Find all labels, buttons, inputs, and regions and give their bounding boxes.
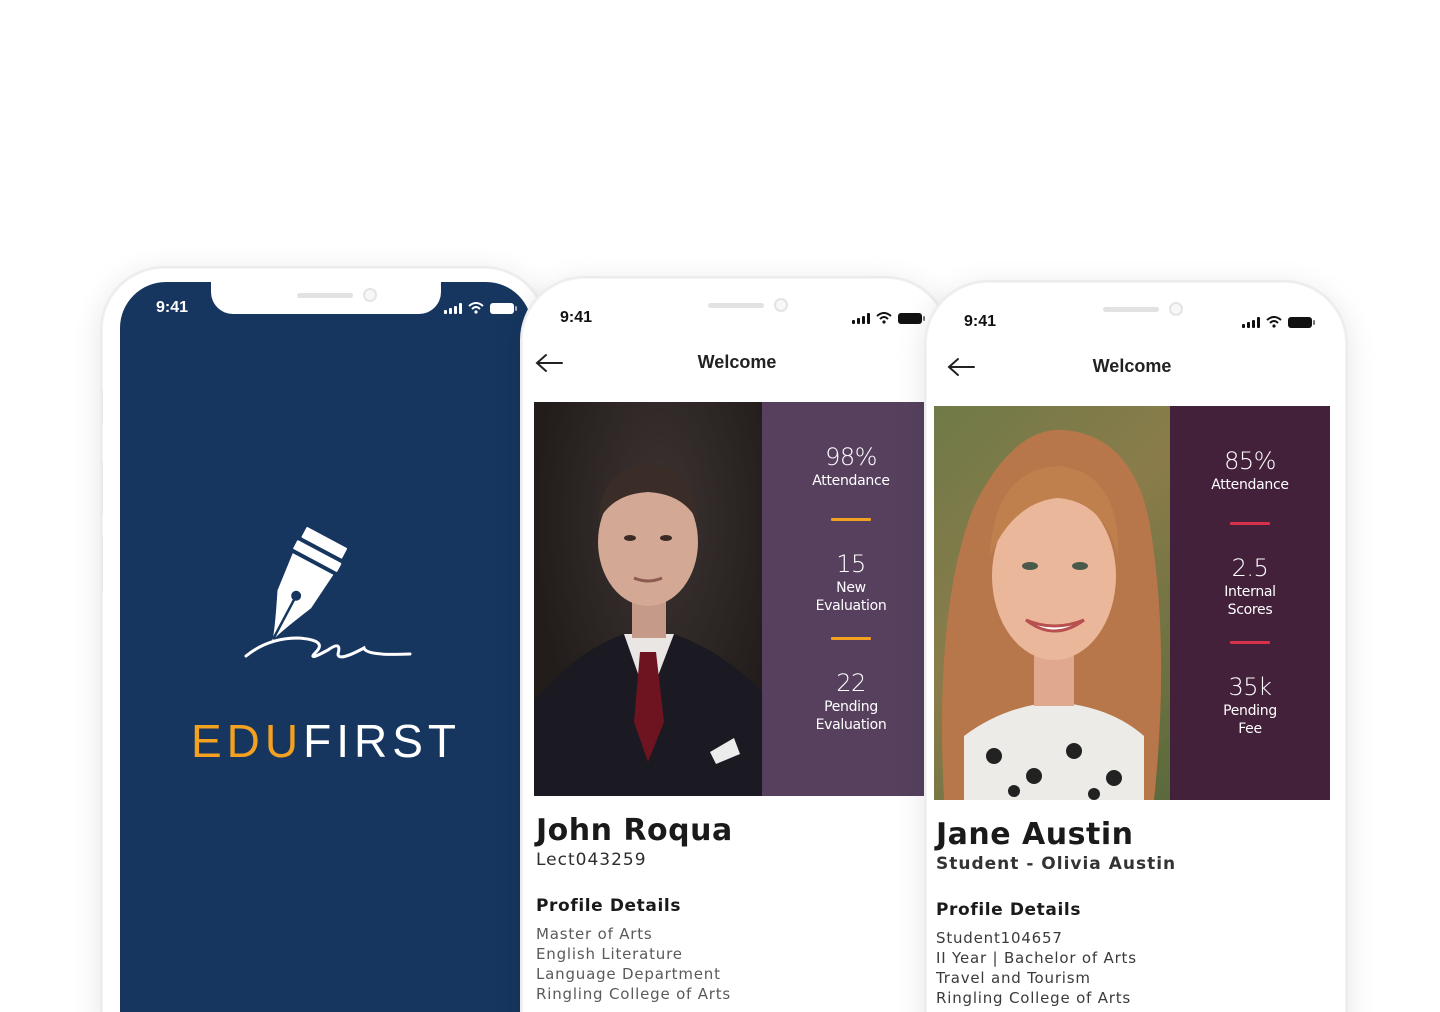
app-bar: Welcome [934, 348, 1330, 388]
list-item: Student104657 [936, 929, 1063, 947]
profile-photo [534, 402, 762, 796]
wifi-icon [876, 312, 892, 324]
profile-subtitle: Student - Olivia Austin [936, 854, 1177, 874]
status-bar: 9:41 [534, 292, 940, 332]
stat-divider [831, 518, 871, 521]
profile-details-heading: Profile Details [536, 896, 682, 916]
list-item: Ringling College of Arts [936, 989, 1132, 1007]
student-screen: 9:41 Welcome 85% Attendance 2.5 Internal… [934, 296, 1330, 1012]
stat-internal-scores-label: Internal Scores [1224, 584, 1276, 618]
battery-icon [490, 302, 517, 314]
wifi-icon [468, 302, 484, 314]
list-item: Language Department [536, 965, 721, 983]
status-time: 9:41 [156, 299, 189, 316]
list-item: Travel and Tourism [936, 969, 1091, 987]
battery-icon [898, 312, 925, 324]
list-item: II Year | Bachelor of Arts [936, 949, 1137, 967]
status-time: 9:41 [964, 313, 997, 330]
profile-id: Lect043259 [536, 850, 647, 870]
fountain-pen-icon [244, 527, 412, 659]
stat-attendance-value: 98% [825, 443, 877, 471]
cellular-signal-icon [1242, 316, 1260, 328]
brand-part-edu: EDU [190, 715, 304, 767]
stats-panel: 98% Attendance 15 New Evaluation 22 Pend… [762, 402, 940, 796]
wifi-icon [1266, 316, 1282, 328]
profile-info: John Roqua Lect043259 Profile Details Ma… [536, 814, 940, 1004]
stat-new-evaluation-label: New Evaluation [815, 580, 887, 614]
list-item: Ringling College of Arts [536, 985, 732, 1003]
list-item: English Literature [536, 945, 683, 963]
phone-student-profile: 9:41 Welcome 85% Attendance 2.5 Internal… [924, 280, 1348, 1012]
status-time: 9:41 [560, 309, 593, 326]
stat-new-evaluation-value: 15 [836, 550, 866, 578]
brand-part-first: FIRST [303, 715, 461, 767]
status-bar: 9:41 [934, 296, 1330, 336]
stats-panel: 85% Attendance 2.5 Internal Scores 35k P… [1170, 406, 1330, 800]
lecturer-screen: 9:41 Welcome 98% Attendance 15 New Evalu… [534, 292, 940, 1012]
stat-attendance-value: 85% [1224, 447, 1276, 475]
list-item: Master of Arts [536, 925, 653, 943]
stat-internal-scores-value: 2.5 [1231, 554, 1269, 582]
page-title: Welcome [697, 352, 777, 372]
stat-pending-fee-label: Pending Fee [1223, 703, 1277, 737]
stat-pending-evaluation-label: Pending Evaluation [815, 699, 887, 733]
profile-name: John Roqua [536, 813, 733, 848]
man-portrait-image [534, 464, 762, 796]
profile-name: Jane Austin [936, 817, 1134, 852]
stat-attendance-label: Attendance [812, 473, 890, 489]
stat-pending-evaluation-value: 22 [836, 669, 866, 697]
profile-details-heading: Profile Details [936, 900, 1082, 920]
side-button [102, 458, 103, 518]
cellular-signal-icon [444, 302, 462, 314]
stat-attendance-label: Attendance [1211, 477, 1289, 493]
page-title: Welcome [1092, 356, 1172, 376]
side-button [102, 534, 103, 594]
side-button [102, 388, 103, 424]
phone-splash: 9:41 EDUFIRST [100, 266, 548, 1012]
profile-details-list: Master of Arts English Literature Langua… [536, 924, 940, 1004]
profile-hero: 85% Attendance 2.5 Internal Scores 35k P… [934, 406, 1330, 800]
stat-pending-fee-value: 35k [1228, 673, 1272, 701]
status-bar: 9:41 [120, 282, 532, 322]
profile-info: Jane Austin Student - Olivia Austin Prof… [936, 818, 1330, 1008]
cellular-signal-icon [852, 312, 870, 324]
profile-photo [934, 406, 1170, 800]
stat-divider [831, 637, 871, 640]
splash-screen: 9:41 EDUFIRST [120, 282, 532, 1012]
app-bar: Welcome [534, 344, 940, 384]
profile-details-list: Student104657 II Year | Bachelor of Arts… [936, 928, 1330, 1008]
battery-icon [1288, 316, 1315, 328]
stat-divider [1230, 522, 1270, 525]
stat-divider [1230, 641, 1270, 644]
phone-lecturer-profile: 9:41 Welcome 98% Attendance 15 New Evalu… [520, 276, 950, 1012]
app-brand-name: EDUFIRST [120, 714, 532, 768]
woman-portrait-image [942, 429, 1162, 800]
profile-hero: 98% Attendance 15 New Evaluation 22 Pend… [534, 402, 940, 796]
